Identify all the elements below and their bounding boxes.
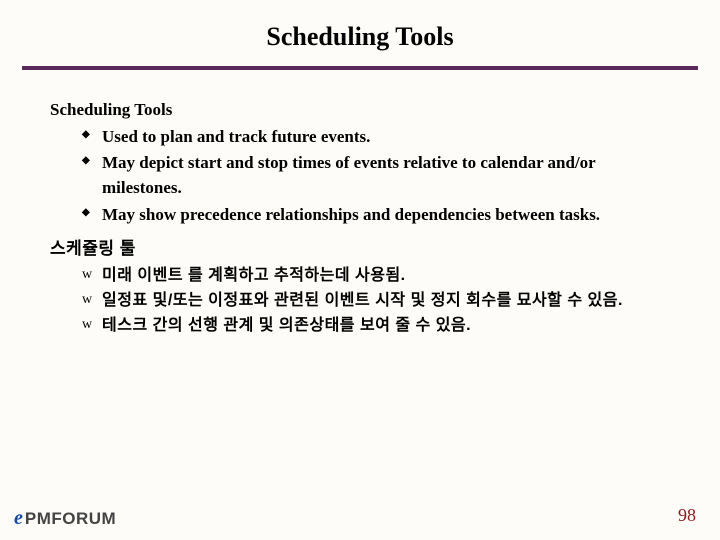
list-item: May show precedence relationships and de… — [82, 203, 670, 228]
page-number: 98 — [678, 505, 696, 526]
section-heading-en: Scheduling Tools — [50, 98, 670, 123]
title-underline — [22, 66, 698, 70]
list-item: 일정표 및/또는 이정표와 관련된 이벤트 시작 및 정지 회수를 묘사할 수 … — [82, 289, 670, 312]
section-heading-kr: 스케쥴링 툴 — [50, 237, 670, 262]
section-english: Scheduling Tools Used to plan and track … — [50, 98, 670, 227]
footer-logo: e PMFORUM — [14, 507, 116, 530]
logo-e-icon: e — [14, 507, 23, 530]
section-korean: 스케쥴링 툴 미래 이벤트 를 계획하고 추적하는데 사용됨. 일정표 및/또는… — [50, 237, 670, 337]
slide-content: Scheduling Tools Used to plan and track … — [0, 98, 720, 337]
logo-text: PMFORUM — [25, 509, 116, 529]
list-item: 테스크 간의 선행 관계 및 의존상태를 보여 줄 수 있음. — [82, 314, 670, 337]
list-item: 미래 이벤트 를 계획하고 추적하는데 사용됨. — [82, 264, 670, 287]
list-item: May depict start and stop times of event… — [82, 151, 670, 200]
bullet-list-kr: 미래 이벤트 를 계획하고 추적하는데 사용됨. 일정표 및/또는 이정표와 관… — [50, 264, 670, 338]
bullet-list-en: Used to plan and track future events. Ma… — [50, 125, 670, 228]
list-item: Used to plan and track future events. — [82, 125, 670, 150]
slide-title: Scheduling Tools — [0, 0, 720, 66]
